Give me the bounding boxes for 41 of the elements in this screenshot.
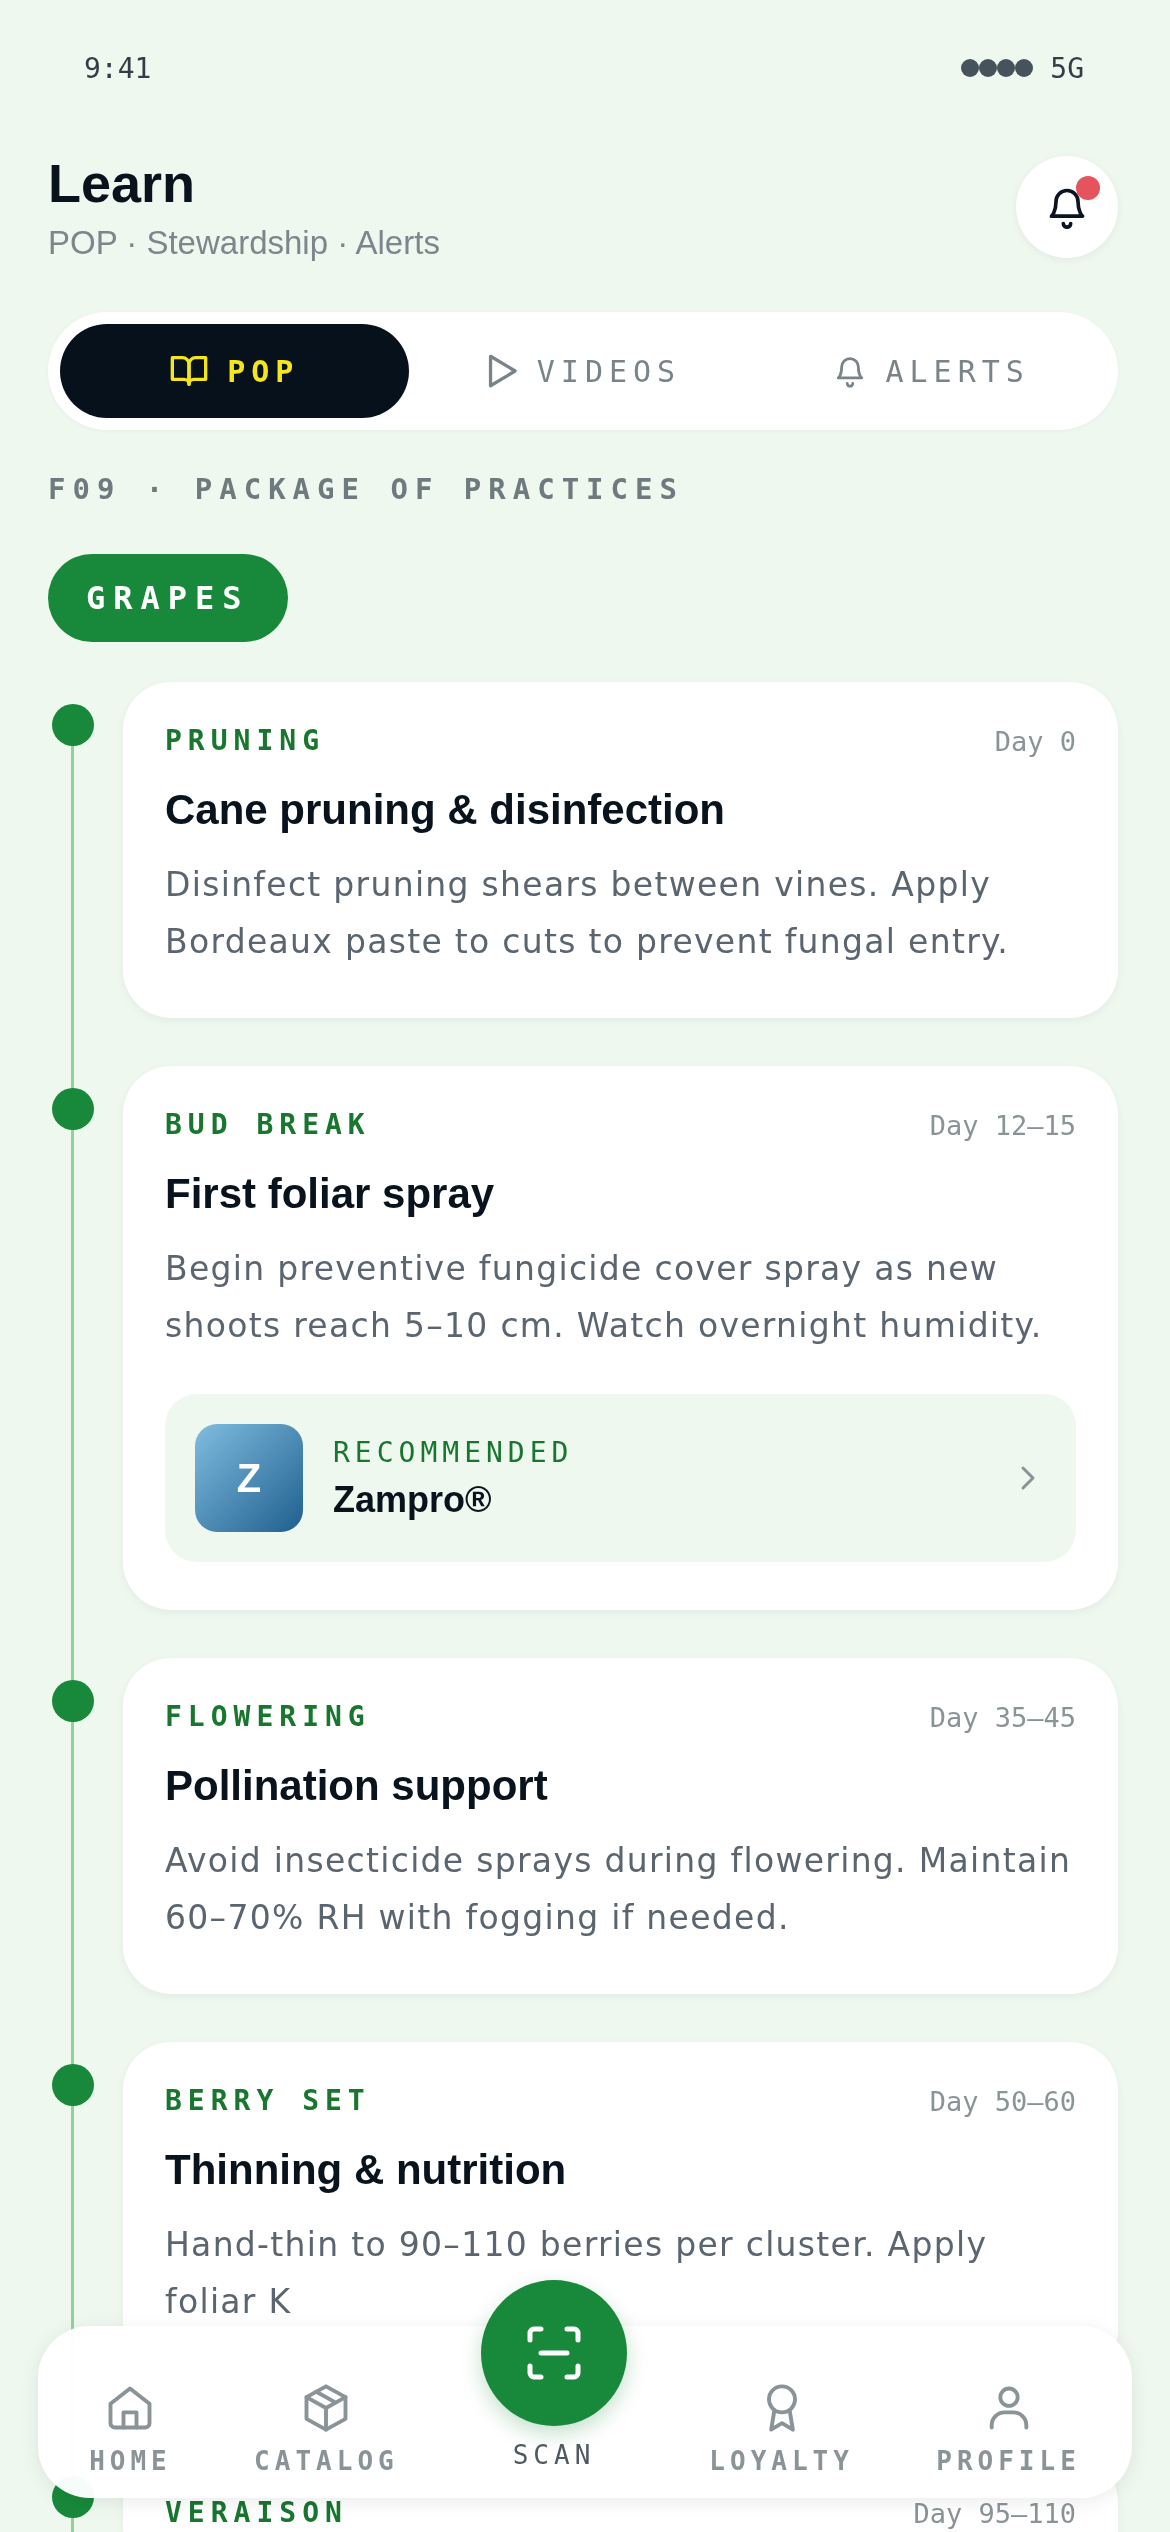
stage-description: Begin preventive fungicide cover spray as new shoots reach 5–10 cm. Watch overnight humidity. [165,1248,1044,1347]
day-range: Day 12–15 [929,1111,1076,1139]
tab[interactable]: ALERTS [757,324,1106,418]
timeline-dot [52,1680,94,1722]
timeline-dot [52,1088,94,1130]
stage-title: Thinning & nutrition [165,2146,568,2194]
nav-tab[interactable]: CATALOG [254,2382,399,2476]
stage-title: Pollination support [165,1762,549,1810]
status-time: 9:41 [84,51,152,85]
tab[interactable]: POP [60,324,409,418]
nav-tab[interactable]: PROFILE [936,2382,1081,2476]
product-logo: Z [195,1424,303,1532]
stage-description: Disinfect pruning shears between vines. Apply Bordeaux paste to cuts to prevent fungal entry. [165,864,1010,963]
scan-icon [527,2326,581,2380]
product-name: Zampro® [333,1478,493,1521]
day-range: Day 35–45 [929,1703,1076,1731]
nav-tab[interactable]: HOME [89,2382,172,2476]
section-label: F09 · PACKAGE OF PRACTICES [48,472,685,506]
stage-title: First foliar spray [165,1170,496,1218]
page-subtitle: POP · Stewardship · Alerts [48,224,440,262]
stage-title: Cane pruning & disinfection [165,786,726,834]
crop-chip[interactable]: GRAPES [48,554,288,642]
day-range: Day 95–110 [913,2499,1076,2527]
stage-label: FLOWERING [165,1703,371,1731]
chevron-right-icon [1020,1465,1036,1491]
day-range: Day 50–60 [929,2087,1076,2115]
network-label: 5G [1050,51,1084,85]
stage-label: VERAISON [165,2499,348,2527]
stage-label: BERRY SET [165,2087,371,2115]
stage-label: PRUNING [165,727,325,755]
recommended-product[interactable]: Z RECOMMENDED Zampro® [165,1394,1076,1562]
book-icon [169,354,210,388]
day-range: Day 0 [994,727,1076,755]
timeline-dot [52,2064,94,2106]
timeline-dot [52,704,94,746]
nav-tab[interactable]: LOYALTY [709,2382,854,2476]
page-title: Learn [48,152,197,214]
stage-description: Avoid insecticide sprays during flowering. Maintain 60–70% RH with fogging if needed. [165,1840,1073,1939]
stage-label: BUD BREAK [165,1111,371,1139]
tab[interactable]: VIDEOS [408,324,758,418]
recommended-label: RECOMMENDED [333,1435,575,1469]
